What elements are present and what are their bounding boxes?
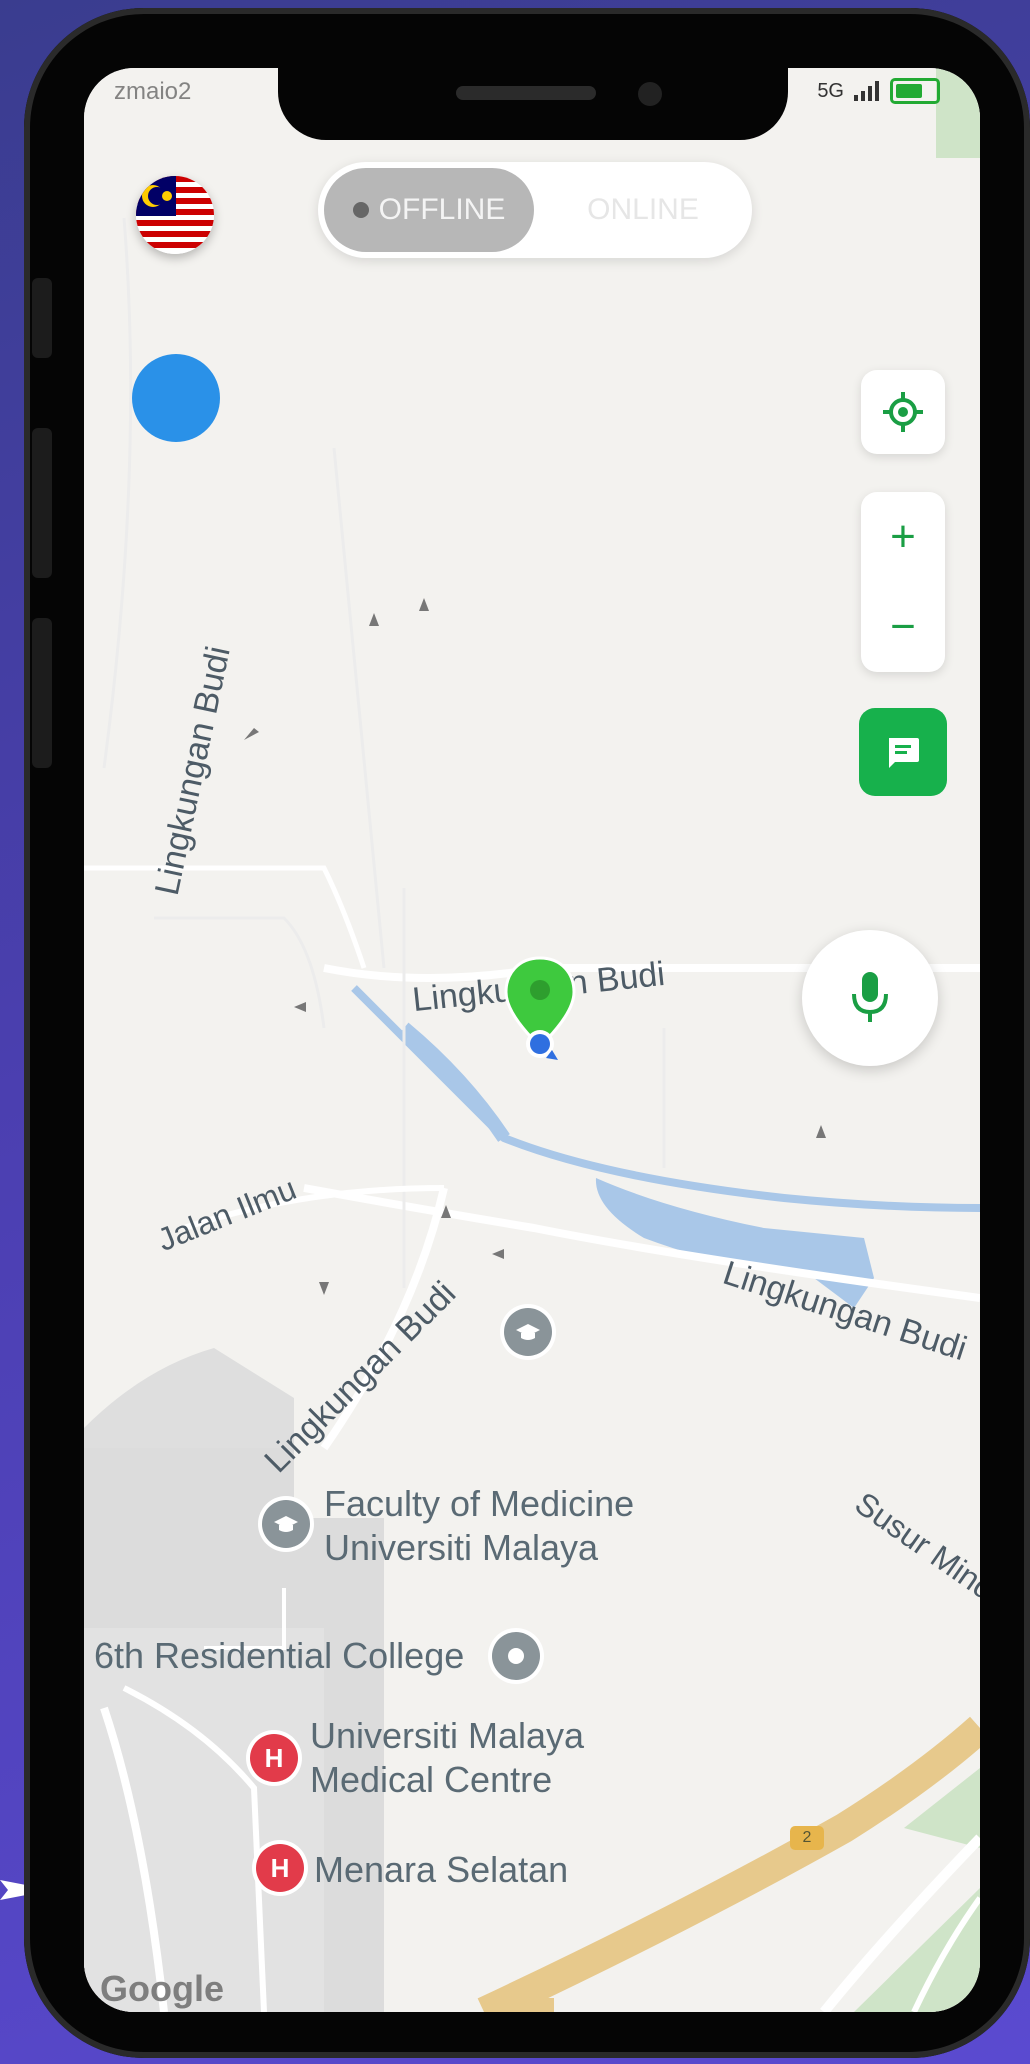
front-camera	[638, 82, 662, 106]
profile-avatar-button[interactable]	[132, 354, 220, 442]
poi-residential-college[interactable]: 6th Residential College	[94, 1634, 464, 1678]
mute-switch	[32, 278, 52, 358]
residential-college-poi-icon[interactable]	[492, 1632, 540, 1680]
battery-icon	[890, 78, 940, 104]
hospital-poi-icon[interactable]: H	[250, 1734, 298, 1782]
language-flag-button[interactable]	[136, 176, 214, 254]
message-icon	[889, 738, 919, 768]
network-label: 5G	[817, 79, 844, 102]
poi-medical-centre[interactable]: Universiti Malaya Medical Centre	[310, 1714, 584, 1802]
faculty-medicine-poi-icon[interactable]	[262, 1500, 310, 1548]
university-poi-icon[interactable]	[504, 1308, 552, 1356]
microphone-icon	[852, 972, 888, 1022]
speaker	[456, 86, 596, 100]
crosshair-icon	[883, 392, 923, 432]
voice-button[interactable]	[802, 930, 938, 1066]
volume-down-button	[32, 618, 52, 768]
offline-option[interactable]: OFFLINE	[324, 168, 534, 252]
poi-menara-selatan[interactable]: Menara Selatan	[314, 1848, 568, 1892]
offline-label: OFFLINE	[378, 193, 506, 226]
zoom-controls: + −	[861, 492, 945, 672]
notch	[278, 62, 788, 140]
hospital-poi-icon[interactable]: H	[256, 1844, 304, 1892]
online-label: ONLINE	[587, 193, 699, 226]
signal-icon	[854, 81, 879, 101]
user-location-icon	[526, 1030, 558, 1060]
status-bar-right: 5G	[817, 78, 940, 104]
status-bar-left: zmaio2	[114, 78, 192, 105]
app-screen: zmaio2 5G Lingkungan Budi Lingkungan Bud…	[84, 68, 980, 2012]
volume-up-button	[32, 428, 52, 578]
poi-label-line1: Faculty of Medicine	[324, 1483, 635, 1524]
google-attribution: Google	[100, 1968, 224, 2009]
highway-badge: 2	[790, 1826, 824, 1850]
poi-label-line2: Universiti Malaya	[324, 1527, 599, 1568]
zoom-in-button[interactable]: +	[861, 492, 945, 582]
malaysia-flag-icon	[136, 176, 214, 254]
poi-label-line2: Medical Centre	[310, 1759, 553, 1800]
offline-dot-icon	[352, 202, 369, 218]
online-status-toggle[interactable]: OFFLINE ONLINE	[318, 162, 752, 258]
zoom-out-button[interactable]: −	[861, 582, 945, 672]
my-location-button[interactable]	[861, 370, 945, 454]
online-option[interactable]: ONLINE	[558, 168, 728, 252]
poi-faculty-medicine[interactable]: Faculty of Medicine Universiti Malaya	[324, 1482, 634, 1570]
chat-button[interactable]	[859, 708, 947, 796]
poi-label-line1: Universiti Malaya	[310, 1715, 585, 1756]
